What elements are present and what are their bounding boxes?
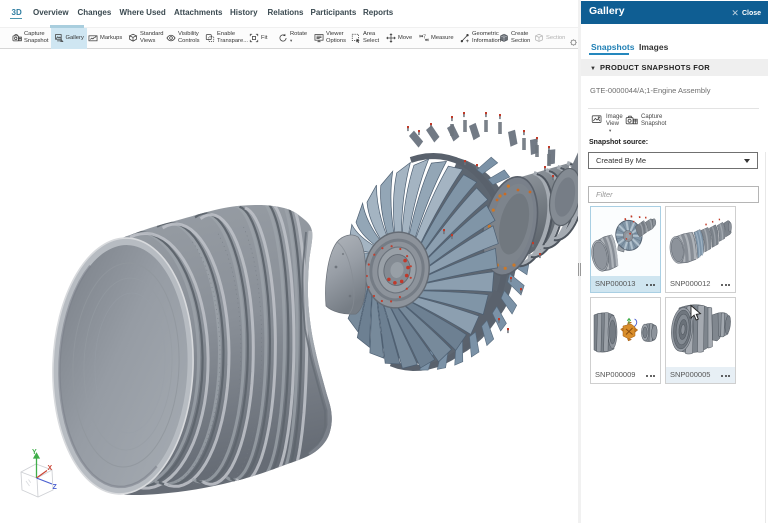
svg-text:Y: Y xyxy=(32,449,37,456)
svg-text:Z: Z xyxy=(53,484,58,491)
svg-text:X: X xyxy=(48,465,53,472)
